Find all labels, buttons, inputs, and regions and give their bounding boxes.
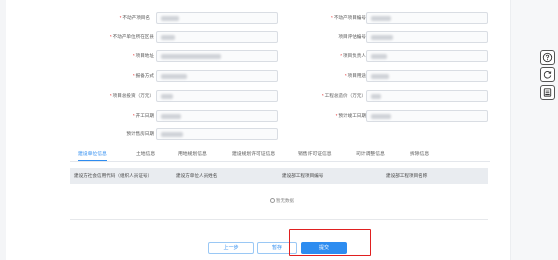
field-label-cost: *工程总造价（万元）: [321, 93, 366, 98]
tab-land-planning[interactable]: 用地规划信息: [178, 150, 207, 161]
start-date-picker[interactable]: [156, 110, 278, 122]
form-row-6: *开工日期 *预计竣工日期: [0, 110, 500, 122]
tab-adjustment-info[interactable]: 司计调整信息: [356, 150, 385, 161]
form-row-4: *报备方式 *项目用途: [0, 70, 500, 82]
purpose-select[interactable]: [366, 70, 488, 82]
info-tabs: 建设单位信息 土地信息 用地规划信息 建设规划许可证信息 销售许可证信息 司计调…: [70, 150, 490, 162]
form-row-3: *项目地址 *项目负责人: [0, 50, 500, 62]
address-input[interactable]: [156, 50, 278, 62]
form-row-2: *不动产单位所在区县 项目评估编号: [0, 31, 500, 43]
tab-sales-permit[interactable]: 销售许可证信息: [298, 150, 332, 161]
owner-input[interactable]: [366, 50, 488, 62]
field-label-owner: *项目负责人: [340, 53, 366, 58]
tab-construction-permit[interactable]: 建设规划许可证信息: [232, 150, 275, 161]
field-label-end-date: *预计竣工日期: [335, 113, 366, 118]
method-select[interactable]: [156, 70, 278, 82]
field-label-investment: *项目总投资（万元）: [109, 93, 154, 98]
project-name-input[interactable]: [156, 12, 278, 24]
project-code-input[interactable]: [366, 12, 488, 24]
right-panel: [510, 0, 558, 260]
table-empty-state: 暂无数据: [70, 184, 488, 220]
info-icon: [270, 198, 275, 203]
submit-highlight-box: [289, 229, 371, 256]
column-header: 建设部工程项目名称: [386, 173, 428, 178]
field-label-start-date: *开工日期: [132, 113, 154, 118]
field-label-method: *报备方式: [132, 73, 154, 78]
cost-input[interactable]: [366, 90, 488, 102]
field-label-address: *项目地址: [132, 53, 154, 58]
approval-no-input[interactable]: [366, 31, 488, 43]
form-row-5: *项目总投资（万元） *工程总造价（万元）: [0, 90, 500, 102]
tab-builder-info[interactable]: 建设单位信息: [78, 150, 107, 161]
help-icon[interactable]: [540, 50, 555, 65]
column-header: 建设部工程项目编号: [282, 173, 324, 178]
end-date-picker[interactable]: [366, 110, 488, 122]
column-header: 建设方社会信用代码（组织人员证号）: [74, 173, 153, 178]
district-input[interactable]: [156, 31, 278, 43]
prev-step-button[interactable]: 上一步: [208, 242, 254, 254]
table-header: 建设方社会信用代码（组织人员证号） 建设方单位人员姓名 建设部工程项目编号 建设…: [70, 168, 488, 184]
form-row-1: *不动产项目名 *不动产项目编号: [0, 12, 500, 24]
column-header: 建设方单位人员姓名: [176, 173, 218, 178]
field-label-purpose: *项目用途: [344, 73, 366, 78]
field-label-approval-no: 项目评估编号: [338, 34, 366, 39]
field-label-delivery-date: 预计售房日期: [126, 131, 154, 136]
tab-demolition-info[interactable]: 拆除信息: [410, 150, 429, 161]
tab-land-info[interactable]: 土地信息: [136, 150, 155, 161]
field-label-project-name: *不动产项目名: [119, 15, 150, 20]
page: *不动产项目名 *不动产项目编号 *不动产单位所在区县 项目评估编号 *项目地址…: [0, 0, 558, 260]
refresh-icon[interactable]: [540, 67, 555, 82]
field-label-project-code: *不动产项目编号: [331, 15, 366, 20]
field-label-district: *不动产单位所在区县: [109, 34, 154, 39]
delivery-date-picker[interactable]: [156, 128, 278, 140]
form-row-7: 预计售房日期: [0, 128, 300, 140]
investment-input[interactable]: [156, 90, 278, 102]
empty-message: 暂无数据: [270, 198, 294, 204]
document-icon[interactable]: [540, 85, 555, 100]
